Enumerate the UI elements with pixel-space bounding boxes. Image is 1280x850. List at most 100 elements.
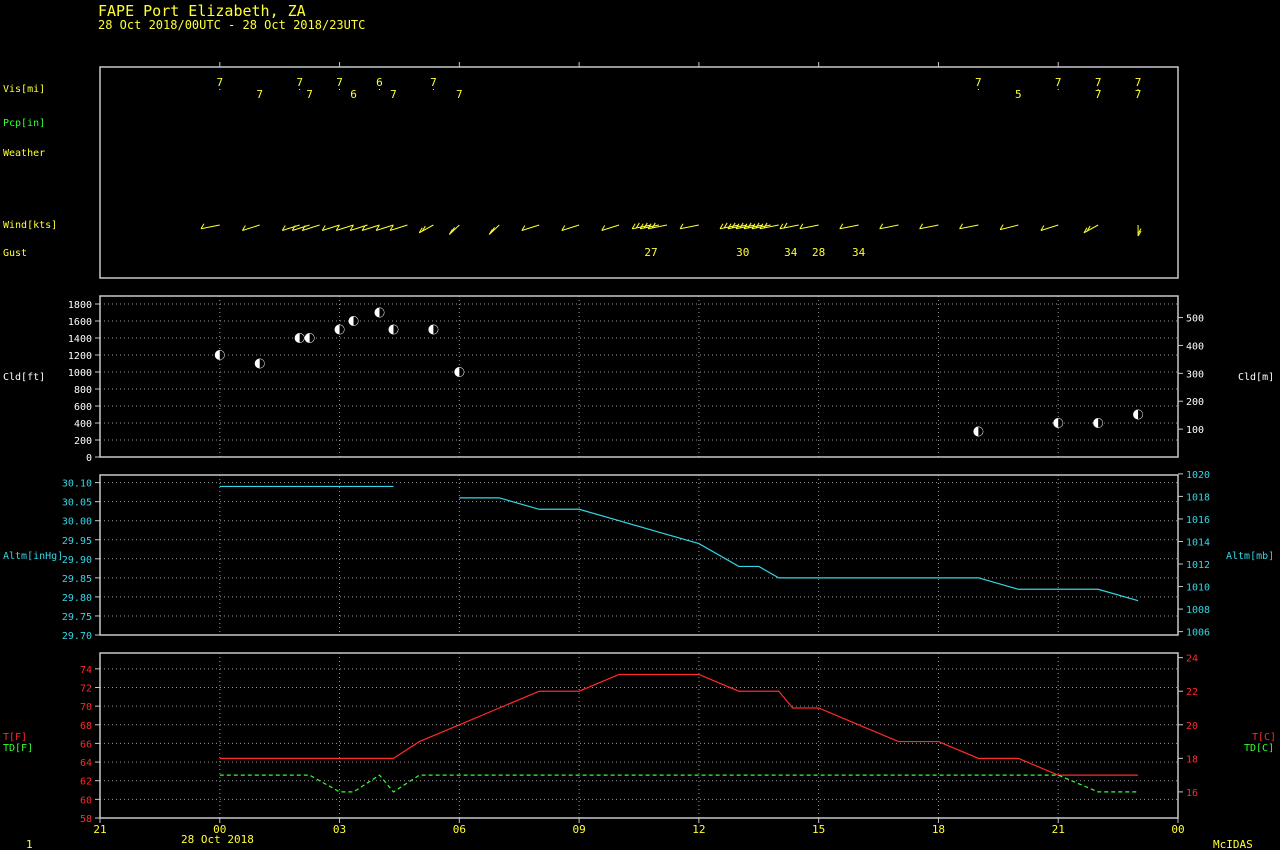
- wind-barb: [647, 222, 668, 230]
- wind-barb-staff: [448, 224, 460, 235]
- gust-value: 27: [644, 246, 657, 259]
- row-label-wind: Wind[kts]: [3, 220, 57, 231]
- wind-barb: [200, 223, 220, 230]
- cloud-marker: [294, 333, 305, 343]
- altimeter-mb-tick-label: 1010: [1186, 583, 1210, 594]
- dewpoint-line: [219, 774, 1139, 793]
- wind-barb-staff: [488, 224, 500, 235]
- temperature-tick-label: 68: [80, 721, 92, 732]
- temperature-ylabel-right: T[C]: [1252, 732, 1276, 743]
- altimeter-panel: 29.70 29.75 29.80 29.85 29.90 29.95 30.00 30.05…: [3, 470, 1274, 642]
- wind-barb-staff: [959, 224, 979, 230]
- cloud-marker: [1053, 418, 1064, 428]
- wind-barb: [281, 224, 300, 231]
- altimeter-frame: [99, 474, 1179, 636]
- visibility-value: 6: [350, 88, 357, 101]
- temperature-tick-label: 74: [80, 665, 92, 676]
- time-tick-label: 09: [572, 823, 585, 836]
- altimeter-tick-label: 29.80: [62, 593, 92, 604]
- visibility-value: 5: [1015, 88, 1022, 101]
- cloud-marker: [348, 316, 359, 326]
- visibility-value: 7: [336, 76, 343, 89]
- wind-barb: [521, 224, 540, 231]
- wind-barb: [1040, 224, 1059, 231]
- time-tick-label: 21: [93, 823, 106, 836]
- altimeter-tick-label: 29.85: [62, 574, 92, 585]
- cloud-marker: [214, 350, 225, 360]
- temperature-tick-label: 62: [80, 777, 92, 788]
- wind-barb: [999, 224, 1019, 231]
- altimeter-tick-label: 29.70: [62, 631, 92, 642]
- visibility-value: 7: [296, 76, 303, 89]
- time-tick-label: 06: [453, 823, 466, 836]
- time-tick-label: 21: [1052, 823, 1065, 836]
- wind-barb-staff: [879, 224, 899, 230]
- visibility-value: 7: [456, 88, 463, 101]
- wind-barb: [919, 223, 939, 230]
- altimeter-tick-label: 29.90: [62, 555, 92, 566]
- cloud-meter-tick-label: 400: [1186, 341, 1204, 352]
- visibility-value: 7: [1135, 88, 1142, 101]
- wind-barb: [601, 224, 620, 231]
- altimeter-tick-label: 29.95: [62, 536, 92, 547]
- wind-barb: [779, 222, 799, 230]
- altimeter-tick-label: 30.05: [62, 498, 92, 509]
- cloud-marker: [254, 358, 265, 369]
- observations-panel: Vis[mi]Pcp[in]WeatherWind[kts]Gust777776…: [3, 62, 1179, 279]
- row-label-gust: Gust: [3, 248, 27, 259]
- visibility-value: 7: [256, 88, 263, 101]
- visibility-dot: [432, 89, 434, 90]
- altimeter-tick-label: 30.00: [62, 517, 92, 528]
- wind-barb: [799, 223, 819, 230]
- altimeter-mb-tick-label: 1018: [1186, 492, 1210, 503]
- temperature-tick-label: 66: [80, 739, 92, 750]
- cloud-tick-label: 400: [74, 419, 92, 430]
- cloud-tick-label: 1800: [68, 300, 92, 311]
- altimeter-mb-tick-label: 1012: [1186, 560, 1210, 571]
- cloud-marker: [1133, 409, 1144, 420]
- wind-barb: [418, 224, 434, 234]
- cloud-marker: [334, 324, 345, 335]
- altimeter-mb-tick-label: 1016: [1186, 515, 1210, 526]
- wind-barb: [759, 222, 779, 230]
- cloud-meter-tick-label: 500: [1186, 314, 1204, 325]
- footer-brand: McIDAS: [1213, 838, 1253, 850]
- cloud-tick-label: 1000: [68, 368, 92, 379]
- wind-barb-staff: [799, 224, 819, 230]
- temperature-celsius-tick-label: 18: [1186, 754, 1198, 765]
- cloud-frame: [99, 295, 1179, 458]
- wind-barb: [1083, 224, 1099, 234]
- wind-barb: [488, 224, 500, 235]
- cloud-marker: [973, 426, 984, 437]
- temperature-celsius-tick-label: 22: [1186, 687, 1198, 698]
- wind-barb: [389, 224, 408, 231]
- time-tick-label: 00: [1171, 823, 1184, 836]
- wind-barb: [1137, 225, 1142, 237]
- footer-date-label: 28 Oct 2018: [181, 833, 254, 846]
- cloud-marker: [1093, 418, 1104, 428]
- wind-barb-staff: [200, 224, 220, 230]
- visibility-dot: [378, 89, 380, 90]
- cloud-tick-label: 800: [74, 385, 92, 396]
- wind-barb-staff: [839, 224, 859, 230]
- wind-barb-staff: [919, 224, 939, 230]
- wind-barb: [448, 224, 460, 235]
- cloud-meter-tick-label: 100: [1186, 425, 1204, 436]
- visibility-value: 6: [376, 76, 383, 89]
- cloud-tick-label: 600: [74, 402, 92, 413]
- cloud-tick-label: 1600: [68, 317, 92, 328]
- footer-left-label: 1: [26, 838, 33, 850]
- cloud-marker: [374, 307, 385, 318]
- temperature-frame: [99, 652, 1179, 819]
- cloud-marker: [304, 333, 315, 343]
- visibility-value: 7: [430, 76, 437, 89]
- time-tick-label: 12: [692, 823, 705, 836]
- altimeter-ylabel-right: Altm[mb]: [1226, 551, 1274, 562]
- row-label-visibility: Vis[mi]: [3, 84, 45, 95]
- time-tick-label: 18: [932, 823, 945, 836]
- altimeter-ylabel-left: Altm[inHg]: [3, 551, 63, 562]
- visibility-dot: [219, 89, 221, 90]
- cloud-marker: [454, 367, 465, 377]
- cloud-panel: 0 200 400 600 800 1000 1200 1400 1600 1800 100 200 3…: [3, 295, 1274, 464]
- temperature-tick-label: 64: [80, 758, 92, 769]
